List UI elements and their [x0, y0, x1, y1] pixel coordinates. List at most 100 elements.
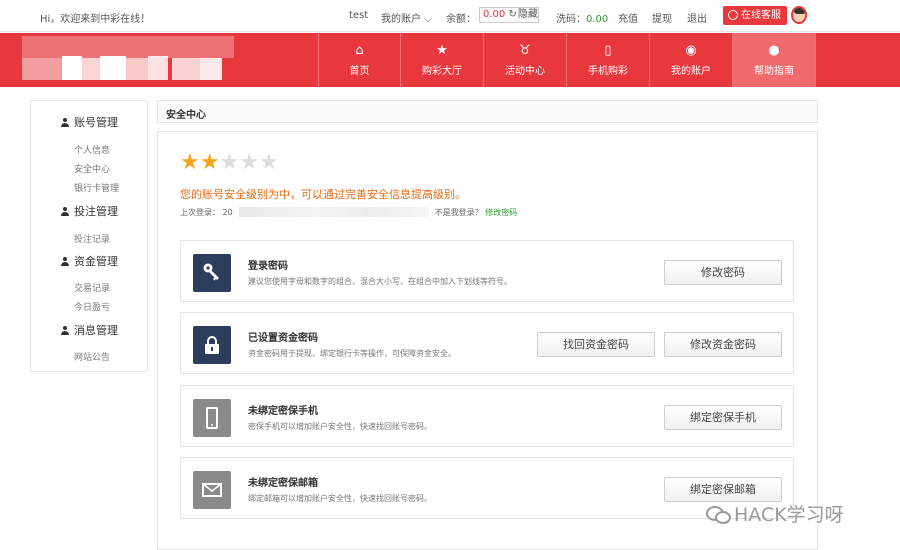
change-password-link[interactable]: 修改密码: [485, 208, 517, 217]
hide-balance-button[interactable]: 隐藏: [518, 9, 538, 20]
avatar[interactable]: [791, 6, 807, 24]
card-description: 建议您使用字母和数字的组合、混合大小写、在组合中加入下划线等符号。: [248, 277, 512, 286]
nav-item-activity-center[interactable]: ♉ 活动中心: [484, 33, 567, 87]
balance-value: 0.00: [483, 9, 506, 20]
sidebar-item-bank-cards[interactable]: 银行卡管理: [74, 181, 119, 194]
wechat-watermark: HACK学习呀: [706, 500, 844, 527]
withdraw-link[interactable]: 提现: [652, 10, 672, 25]
change-login-password-button[interactable]: 修改密码: [664, 260, 782, 285]
last-login-info: 上次登录： 20 不是我登录？ 修改密码: [180, 207, 517, 218]
recover-fund-password-button[interactable]: 找回资金密码: [537, 332, 655, 357]
sidebar-group-title: 消息管理: [74, 324, 118, 337]
nav-items: ⌂ 首页 ★ 购彩大厅 ♉ 活动中心 ▯ 手机购彩 ◉ 我的账户 ● 帮助指南: [318, 33, 816, 87]
nav-item-label: 首页: [349, 66, 370, 77]
change-fund-password-button[interactable]: 修改资金密码: [664, 332, 782, 357]
bind-security-email-button[interactable]: 绑定密保邮箱: [664, 477, 782, 502]
star-filled-icon: ★: [180, 150, 200, 175]
page-title: 安全中心: [166, 110, 206, 121]
card-title: 未绑定密保邮箱: [248, 478, 318, 489]
last-login-value: 20: [222, 208, 233, 217]
nav-item-home[interactable]: ⌂ 首页: [318, 33, 401, 87]
user-icon: [61, 118, 69, 127]
card-title: 已设置资金密码: [248, 333, 318, 344]
refresh-icon[interactable]: ↻: [508, 9, 516, 20]
star-filled-icon: ★: [199, 150, 220, 175]
user-icon: [61, 257, 69, 266]
card-title: 未绑定密保手机: [248, 406, 318, 417]
my-account-dropdown[interactable]: 我的账户 ⌵: [381, 10, 432, 25]
headset-icon: [728, 10, 738, 20]
sidebar-group-bets[interactable]: 投注管理: [61, 203, 118, 219]
sidebar-item-announcements[interactable]: 网站公告: [74, 350, 110, 363]
chevron-down-icon: ⌵: [424, 14, 432, 25]
last-login-label: 上次登录：: [180, 208, 220, 217]
site-logo[interactable]: [22, 36, 234, 82]
wash-code-value: 0.00: [586, 14, 609, 25]
not-me-text: 不是我登录？: [434, 208, 483, 217]
key-icon: [193, 254, 231, 292]
nav-item-label: 活动中心: [505, 66, 545, 77]
nav-item-label: 手机购彩: [588, 66, 628, 77]
security-level-text: 您的账号安全级别为中，可以通过完善安全信息提高级别。: [180, 188, 466, 201]
my-account-label: 我的账户: [381, 14, 421, 25]
recharge-link[interactable]: 充值: [618, 10, 638, 25]
nav-item-label: 我的账户: [671, 66, 711, 77]
online-service-button[interactable]: 在线客服: [723, 6, 787, 25]
mail-icon: [193, 471, 231, 509]
money-bag-icon: ♉: [519, 43, 531, 58]
nav-item-mobile-lottery[interactable]: ▯ 手机购彩: [567, 33, 650, 87]
welcome-greeting: Hi，欢迎来到中彩在线！: [40, 14, 151, 25]
balance-label: 余额：: [446, 14, 476, 25]
user-icon: [61, 207, 69, 216]
watermark-text: HACK学习呀: [734, 504, 844, 526]
star-empty-icon: ★: [219, 150, 240, 175]
star-empty-icon: ★: [258, 150, 279, 175]
nav-item-my-account[interactable]: ◉ 我的账户: [650, 33, 733, 87]
help-icon: ●: [768, 43, 780, 58]
sidebar-group-funds[interactable]: 资金管理: [61, 253, 118, 269]
sidebar-item-bet-records[interactable]: 投注记录: [74, 232, 110, 245]
sidebar-group-title: 资金管理: [74, 255, 118, 268]
bind-security-phone-button[interactable]: 绑定密保手机: [664, 405, 782, 430]
sidebar-item-today-pnl[interactable]: 今日盈亏: [74, 300, 110, 313]
star-empty-icon: ★: [239, 150, 259, 175]
sidebar-group-title: 账号管理: [74, 116, 118, 129]
nav-item-label: 帮助指南: [754, 66, 794, 77]
balance-box: 0.00 ↻隐藏: [479, 7, 539, 23]
username: test: [349, 10, 369, 21]
logout-link[interactable]: 退出: [687, 10, 707, 25]
top-utility-bar: Hi，欢迎来到中彩在线！ test 我的账户 ⌵ 余额： 0.00 ↻隐藏 洗码…: [0, 0, 900, 32]
card-description: 绑定邮箱可以增加账户安全性，快速找回账号密码。: [248, 494, 432, 503]
sidebar-item-transactions[interactable]: 交易记录: [74, 281, 110, 294]
user-circle-icon: ◉: [685, 43, 697, 58]
sidebar-item-personal-info[interactable]: 个人信息: [74, 143, 110, 156]
wash-code-label: 洗码：: [556, 14, 586, 25]
home-icon: ⌂: [355, 43, 364, 58]
sidebar-group-account[interactable]: 账号管理: [61, 114, 118, 130]
redacted-login-details: [238, 207, 429, 217]
wash-code: 洗码：0.00: [556, 10, 608, 25]
sidebar-group-messages[interactable]: 消息管理: [61, 322, 118, 338]
security-phone-card: 未绑定密保手机 密保手机可以增加账户安全性，快速找回账号密码。 绑定密保手机: [180, 385, 794, 447]
nav-item-help-guide[interactable]: ● 帮助指南: [733, 33, 816, 87]
sidebar-item-security-center[interactable]: 安全中心: [74, 162, 110, 175]
phone-icon: [193, 399, 231, 437]
wechat-icon: [706, 506, 731, 524]
card-description: 密保手机可以增加账户安全性，快速找回账号密码。: [248, 422, 432, 431]
online-service-label: 在线客服: [741, 10, 781, 21]
user-icon: [61, 326, 69, 335]
card-title: 登录密码: [248, 261, 288, 272]
sidebar-menu: 账号管理 个人信息 安全中心 银行卡管理 投注管理 投注记录 资金管理 交易记录…: [30, 100, 148, 372]
card-description: 资金密码用于提现、绑定银行卡等操作，可保障资金安全。: [248, 349, 456, 358]
main-navbar: ⌂ 首页 ★ 购彩大厅 ♉ 活动中心 ▯ 手机购彩 ◉ 我的账户 ● 帮助指南: [0, 33, 900, 87]
security-rating: ★★★★★: [180, 150, 279, 176]
sidebar-group-title: 投注管理: [74, 205, 118, 218]
fund-password-card: 已设置资金密码 资金密码用于提现、绑定银行卡等操作，可保障资金安全。 找回资金密…: [180, 312, 794, 374]
star-icon: ★: [436, 43, 448, 58]
nav-item-lottery-hall[interactable]: ★ 购彩大厅: [401, 33, 484, 87]
security-email-card: 未绑定密保邮箱 绑定邮箱可以增加账户安全性，快速找回账号密码。 绑定密保邮箱: [180, 457, 794, 519]
section-header: 安全中心: [157, 100, 818, 123]
login-password-card: 登录密码 建议您使用字母和数字的组合、混合大小写、在组合中加入下划线等符号。 修…: [180, 240, 794, 302]
nav-item-label: 购彩大厅: [422, 66, 462, 77]
mobile-icon: ▯: [604, 43, 612, 58]
